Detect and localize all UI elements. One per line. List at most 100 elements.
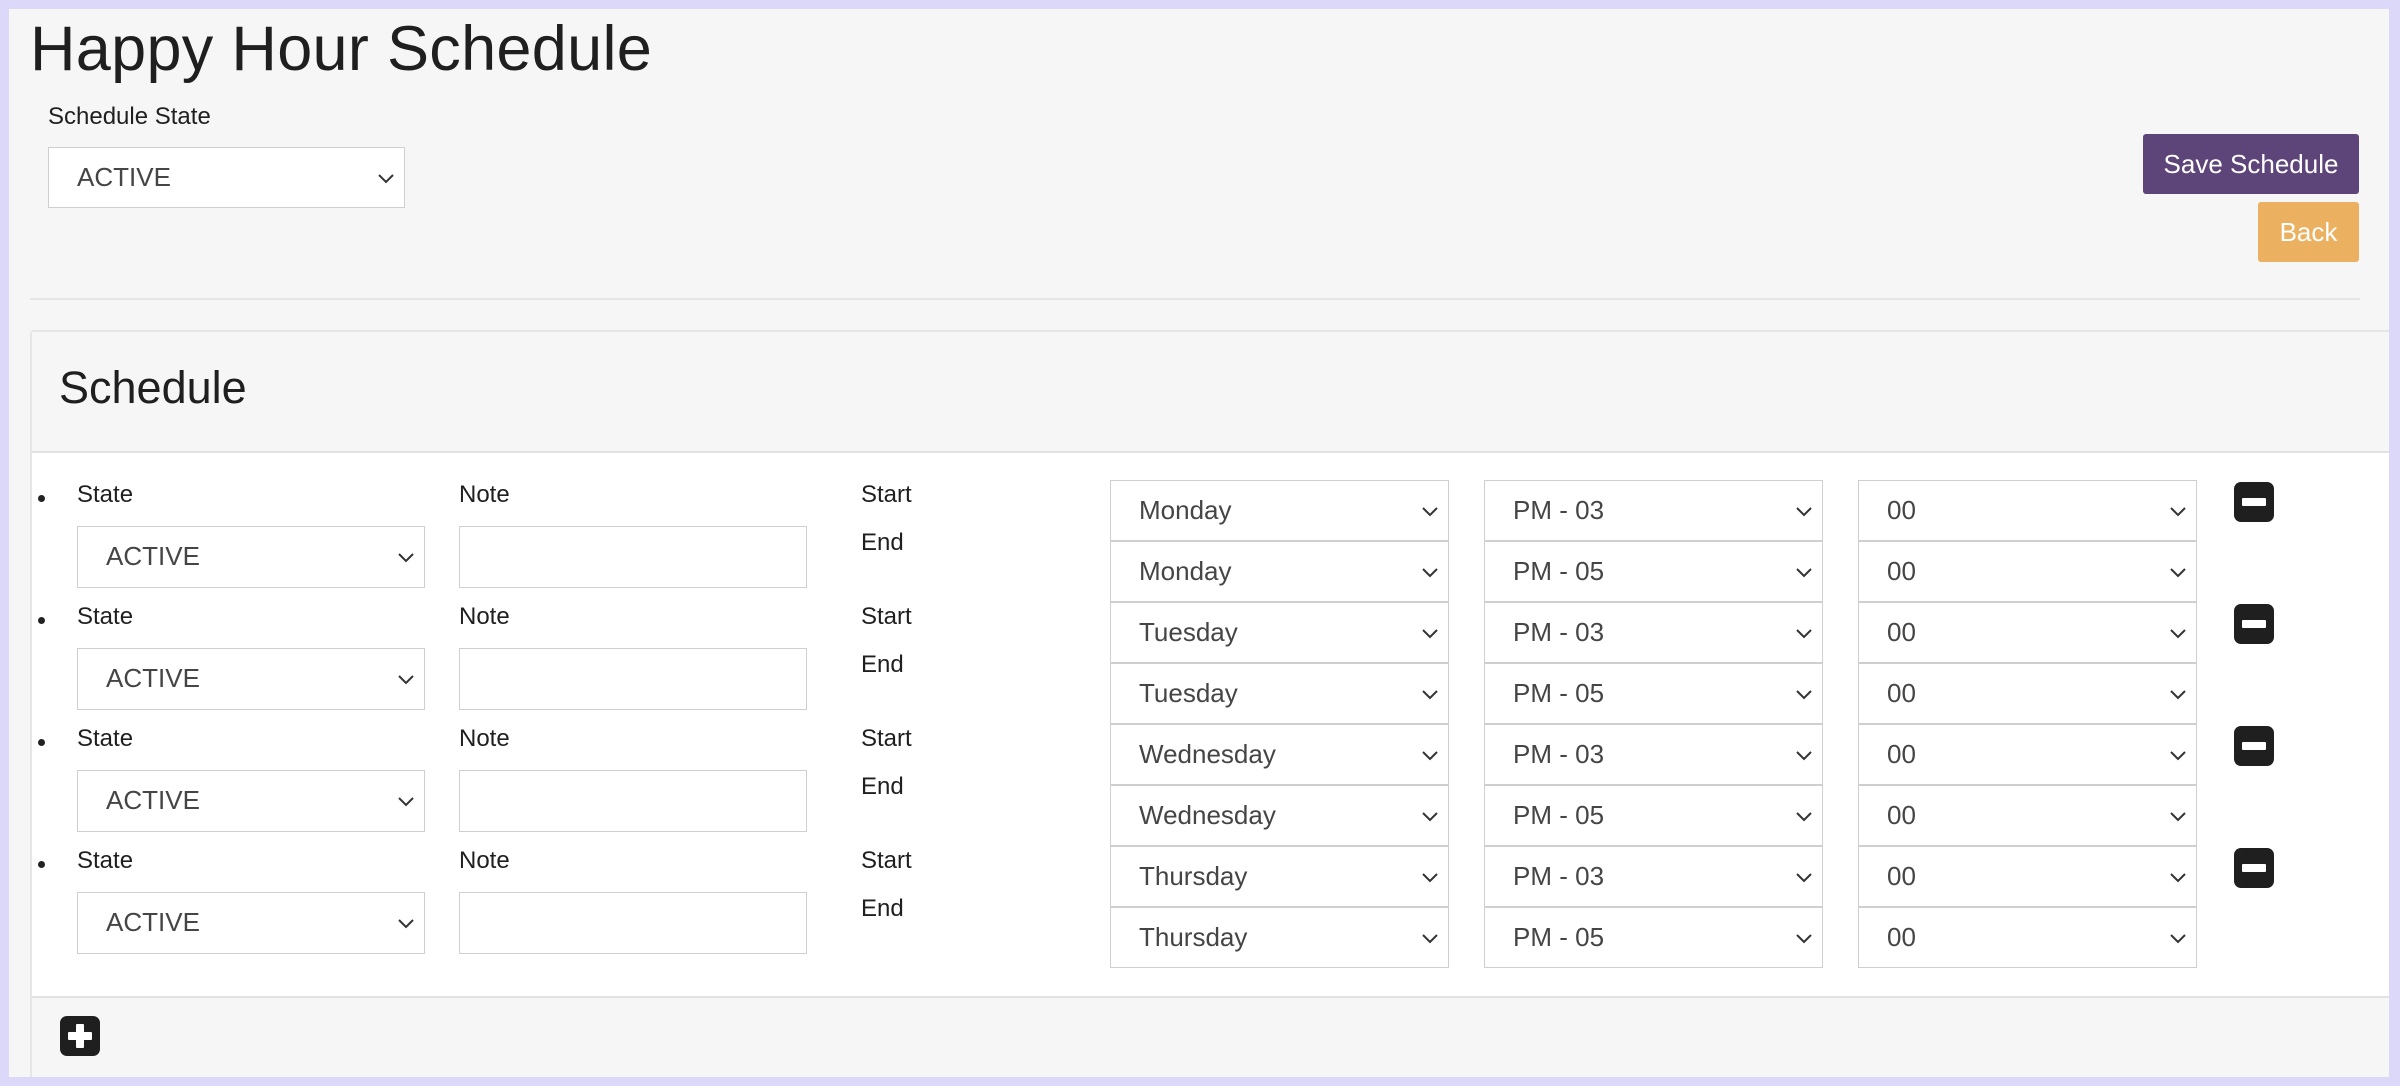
chevron-down-icon xyxy=(376,168,396,188)
start-label: Start xyxy=(861,603,912,630)
remove-row-button[interactable] xyxy=(2234,604,2274,644)
start-minute-select-value: 00 xyxy=(1887,617,1916,647)
note-input[interactable] xyxy=(459,892,807,954)
end-label: End xyxy=(861,651,904,678)
chevron-down-icon xyxy=(2168,928,2188,948)
chevron-down-icon xyxy=(1420,867,1440,887)
end-label: End xyxy=(861,773,904,800)
end-hour-select[interactable]: PM - 05 xyxy=(1484,541,1823,602)
end-minute-select-value: 00 xyxy=(1887,922,1916,952)
row-state-select[interactable]: ACTIVE xyxy=(77,648,425,710)
end-minute-select[interactable]: 00 xyxy=(1858,663,2197,724)
note-label: Note xyxy=(459,603,510,630)
chevron-down-icon xyxy=(1794,928,1814,948)
chevron-down-icon xyxy=(1420,501,1440,521)
note-label: Note xyxy=(459,725,510,752)
back-button[interactable]: Back xyxy=(2258,202,2359,262)
remove-row-button[interactable] xyxy=(2234,726,2274,766)
state-label: State xyxy=(77,847,134,874)
start-label: Start xyxy=(861,725,912,752)
end-minute-select[interactable]: 00 xyxy=(1858,541,2197,602)
end-day-select[interactable]: Monday xyxy=(1110,541,1449,602)
row-state-select[interactable]: ACTIVE xyxy=(77,770,425,832)
page-title: Happy Hour Schedule xyxy=(30,14,653,84)
start-hour-select-value: PM - 03 xyxy=(1513,861,1605,891)
remove-row-button[interactable] xyxy=(2234,482,2274,522)
chevron-down-icon xyxy=(2168,867,2188,887)
list-bullet xyxy=(38,739,45,746)
end-hour-select-value: PM - 05 xyxy=(1513,678,1605,708)
end-hour-select-value: PM - 05 xyxy=(1513,556,1605,586)
end-day-select[interactable]: Thursday xyxy=(1110,907,1449,968)
row-state-select[interactable]: ACTIVE xyxy=(77,892,425,954)
panel-header: Schedule xyxy=(32,332,2389,453)
end-hour-select[interactable]: PM - 05 xyxy=(1484,663,1823,724)
end-hour-select-value: PM - 05 xyxy=(1513,922,1605,952)
chevron-down-icon xyxy=(2168,806,2188,826)
start-day-select-value: Wednesday xyxy=(1139,739,1276,769)
chevron-down-icon xyxy=(1794,623,1814,643)
end-label: End xyxy=(861,895,904,922)
end-day-select-value: Thursday xyxy=(1139,922,1248,952)
end-minute-select-value: 00 xyxy=(1887,800,1916,830)
row-state-select-value: ACTIVE xyxy=(106,907,200,937)
save-schedule-button[interactable]: Save Schedule xyxy=(2143,134,2359,194)
start-day-select-value: Tuesday xyxy=(1139,617,1238,647)
start-hour-select[interactable]: PM - 03 xyxy=(1484,480,1823,541)
chevron-down-icon xyxy=(1794,684,1814,704)
schedule-state-label: Schedule State xyxy=(48,103,211,130)
end-day-select-value: Wednesday xyxy=(1139,800,1276,830)
schedule-state-value: ACTIVE xyxy=(77,162,171,192)
start-hour-select[interactable]: PM - 03 xyxy=(1484,724,1823,785)
schedule-list: State ACTIVE Note Start End Monday PM - 03 00 Mo… xyxy=(32,453,2389,996)
chevron-down-icon xyxy=(396,547,416,567)
chevron-down-icon xyxy=(1420,684,1440,704)
start-minute-select-value: 00 xyxy=(1887,495,1916,525)
start-minute-select[interactable]: 00 xyxy=(1858,480,2197,541)
start-hour-select[interactable]: PM - 03 xyxy=(1484,602,1823,663)
start-day-select[interactable]: Tuesday xyxy=(1110,602,1449,663)
start-day-select-value: Monday xyxy=(1139,495,1232,525)
start-label: Start xyxy=(861,847,912,874)
note-input[interactable] xyxy=(459,648,807,710)
start-day-select[interactable]: Wednesday xyxy=(1110,724,1449,785)
chevron-down-icon xyxy=(1794,562,1814,582)
add-row-button[interactable] xyxy=(60,1016,100,1056)
start-minute-select-value: 00 xyxy=(1887,739,1916,769)
chevron-down-icon xyxy=(396,791,416,811)
list-bullet xyxy=(38,861,45,868)
end-minute-select-value: 00 xyxy=(1887,678,1916,708)
start-minute-select[interactable]: 00 xyxy=(1858,602,2197,663)
end-day-select-value: Monday xyxy=(1139,556,1232,586)
list-bullet xyxy=(38,495,45,502)
chevron-down-icon xyxy=(1794,745,1814,765)
row-state-select-value: ACTIVE xyxy=(106,663,200,693)
end-hour-select[interactable]: PM - 05 xyxy=(1484,907,1823,968)
schedule-state-select[interactable]: ACTIVE xyxy=(48,147,405,208)
start-minute-select[interactable]: 00 xyxy=(1858,846,2197,907)
panel-title: Schedule xyxy=(59,362,247,413)
row-state-select-value: ACTIVE xyxy=(106,785,200,815)
remove-row-button[interactable] xyxy=(2234,848,2274,888)
end-hour-select[interactable]: PM - 05 xyxy=(1484,785,1823,846)
start-hour-select[interactable]: PM - 03 xyxy=(1484,846,1823,907)
note-input[interactable] xyxy=(459,770,807,832)
end-minute-select[interactable]: 00 xyxy=(1858,785,2197,846)
end-day-select-value: Tuesday xyxy=(1139,678,1238,708)
start-day-select[interactable]: Monday xyxy=(1110,480,1449,541)
start-day-select[interactable]: Thursday xyxy=(1110,846,1449,907)
start-hour-select-value: PM - 03 xyxy=(1513,617,1605,647)
schedule-panel: Schedule State ACTIVE Note Start End Monday PM… xyxy=(30,330,2389,1077)
chevron-down-icon xyxy=(2168,745,2188,765)
end-day-select[interactable]: Tuesday xyxy=(1110,663,1449,724)
chevron-down-icon xyxy=(1794,806,1814,826)
start-minute-select[interactable]: 00 xyxy=(1858,724,2197,785)
chevron-down-icon xyxy=(2168,501,2188,521)
end-day-select[interactable]: Wednesday xyxy=(1110,785,1449,846)
row-state-select[interactable]: ACTIVE xyxy=(77,526,425,588)
state-label: State xyxy=(77,603,134,630)
start-hour-select-value: PM - 03 xyxy=(1513,739,1605,769)
chevron-down-icon xyxy=(2168,623,2188,643)
end-minute-select[interactable]: 00 xyxy=(1858,907,2197,968)
note-input[interactable] xyxy=(459,526,807,588)
